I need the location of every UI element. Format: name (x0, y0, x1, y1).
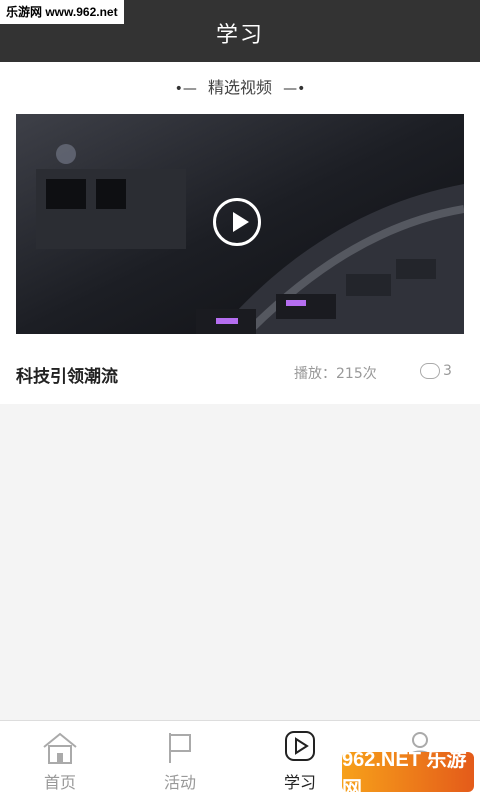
watermark-top: 乐游网 www.962.net (0, 0, 124, 24)
video-thumbnail[interactable] (16, 114, 464, 334)
play-icon (285, 731, 315, 761)
section-header: •— 精选视频 —• (0, 74, 480, 98)
decor-left: •— (174, 81, 197, 97)
home-icon (43, 732, 77, 764)
video-title[interactable]: 科技引领潮流 (16, 362, 118, 387)
tab-activity[interactable]: 活动 (120, 721, 240, 801)
tab-home[interactable]: 首页 (0, 721, 120, 801)
play-button[interactable] (213, 198, 261, 246)
video-section: •— 精选视频 —• 科技引领潮流 播放：215次 3 (0, 62, 480, 404)
tab-home-label: 首页 (43, 773, 76, 792)
watermark-bottom: 962.NET 乐游网 (342, 749, 474, 800)
section-title: 精选视频 (207, 78, 272, 97)
comment-icon (420, 363, 440, 379)
comment-count: 3 (443, 363, 452, 379)
play-count: 播放：215次 (294, 366, 377, 382)
decor-right: —• (283, 81, 306, 97)
page-title: 学习 (215, 23, 264, 48)
flag-icon (169, 733, 191, 763)
tab-activity-label: 活动 (163, 773, 196, 792)
